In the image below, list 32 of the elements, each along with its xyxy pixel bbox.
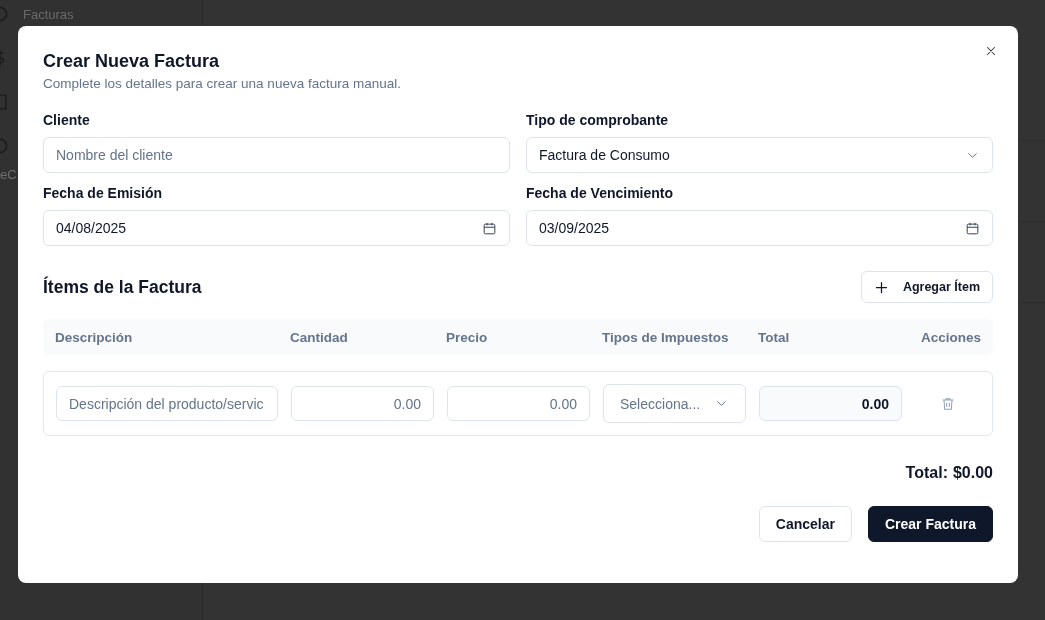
create-button[interactable]: Crear Factura — [867, 506, 993, 542]
cancel-button[interactable]: Cancelar — [758, 506, 852, 542]
input-field[interactable]: Descripción del producto/servic — [56, 386, 278, 421]
dialog-title: Crear Nueva Factura — [43, 51, 221, 71]
column-header: Total — [758, 329, 791, 345]
calendar-icon — [482, 220, 497, 236]
plus-icon — [873, 279, 889, 295]
sidebar-text: eC — [0, 167, 17, 182]
add-item-button[interactable]: Agregar Ítem — [860, 271, 993, 303]
section-title: Ítems de la Factura — [43, 276, 202, 298]
date-field[interactable]: 03/09/2025 — [526, 210, 993, 246]
field-label: Fecha de Vencimiento — [526, 185, 675, 201]
total-label: Total: — [905, 464, 948, 482]
calendar-icon — [965, 220, 980, 236]
column-header: Acciones — [920, 329, 981, 345]
column-header: Descripción — [55, 329, 134, 345]
input-field[interactable]: 0.00 — [291, 386, 434, 421]
close-icon — [984, 44, 998, 58]
field-label: Cliente — [43, 112, 91, 128]
total-field: 0.00 — [759, 386, 902, 421]
column-header: Precio — [446, 329, 489, 345]
column-header: Cantidad — [290, 329, 349, 345]
input-field[interactable]: Nombre del cliente — [43, 137, 510, 173]
date-field[interactable]: 04/08/2025 — [43, 210, 510, 246]
input-field[interactable]: 0.00 — [447, 386, 590, 421]
field-label: Fecha de Emisión — [43, 185, 164, 201]
select-field[interactable]: Selecciona... — [603, 384, 746, 423]
column-header: Tipos de Impuestos — [602, 329, 730, 345]
dialog-description: Complete los detalles para crear una nueva factura manual. — [43, 76, 402, 91]
select-field[interactable]: Factura de Consumo — [526, 137, 993, 173]
field-label: Tipo de comprobante — [526, 112, 670, 128]
total-amount: $0.00 — [952, 464, 993, 482]
